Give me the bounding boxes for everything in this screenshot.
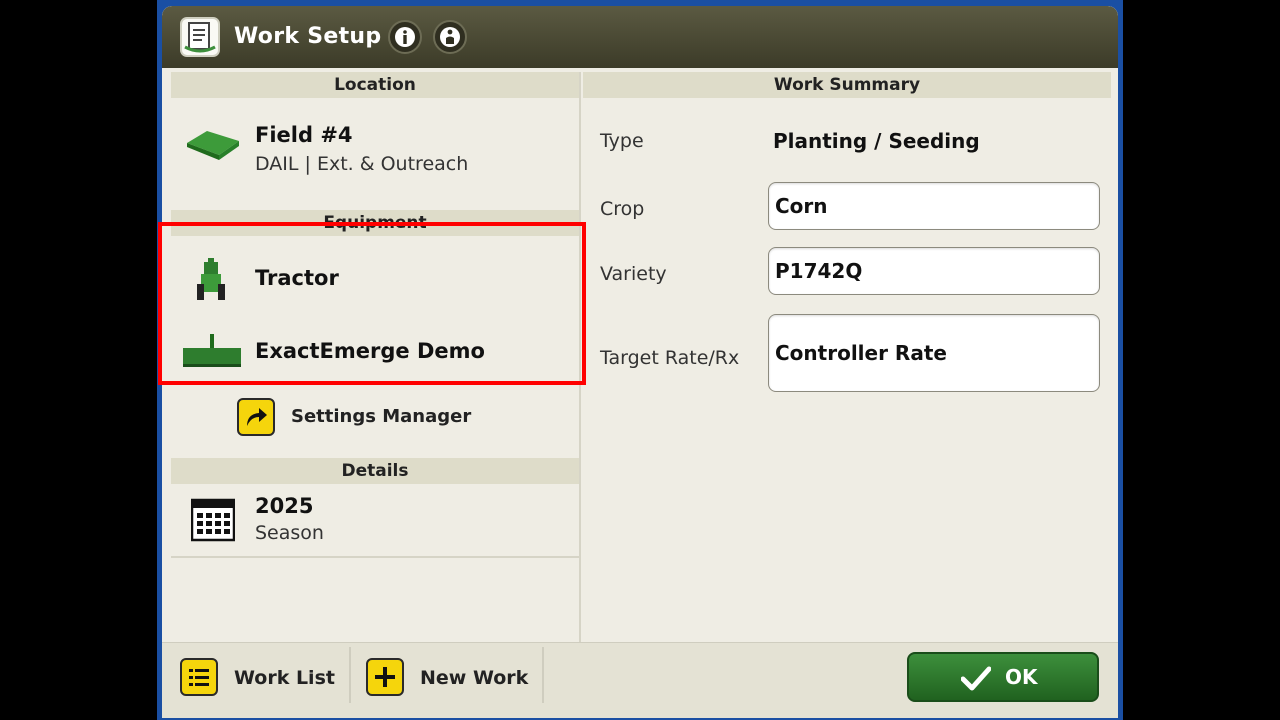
checkmark-icon: [961, 666, 991, 691]
panel-divider: [579, 72, 581, 642]
settings-manager-button[interactable]: Settings Manager: [231, 394, 531, 444]
work-summary-header: Work Summary: [583, 72, 1111, 98]
work-list-icon: [180, 658, 218, 696]
settings-manager-label: Settings Manager: [291, 406, 472, 427]
ok-button[interactable]: OK: [907, 652, 1099, 702]
type-value: Planting / Seeding: [773, 129, 980, 153]
info-person-icon: [440, 27, 460, 47]
info-button[interactable]: [388, 20, 422, 54]
bottom-separator: [542, 647, 544, 703]
field-farm-client: DAIL | Ext. & Outreach: [255, 153, 469, 175]
work-list-button[interactable]: Work List: [162, 643, 347, 709]
field-name: Field #4: [255, 123, 353, 147]
work-summary-panel: Work Summary Type Planting / Seeding Cro…: [583, 72, 1111, 642]
location-row[interactable]: Field #4 DAIL | Ext. & Outreach: [171, 100, 579, 204]
tractor-label: Tractor: [255, 266, 339, 290]
tractor-row[interactable]: Tractor: [171, 240, 579, 306]
season-label: Season: [255, 522, 324, 544]
tractor-icon: [197, 258, 225, 300]
target-rate-label: Target Rate/Rx: [600, 347, 740, 369]
crop-field[interactable]: Corn: [768, 182, 1100, 230]
work-setup-app-icon[interactable]: [180, 17, 220, 57]
help-info-button[interactable]: [433, 20, 467, 54]
bottom-separator: [349, 647, 351, 703]
bottom-bar: Work List New Work OK: [162, 642, 1118, 718]
implement-label: ExactEmerge Demo: [255, 339, 485, 363]
variety-label: Variety: [600, 263, 667, 285]
ok-label: OK: [1005, 665, 1038, 689]
details-header: Details: [171, 458, 579, 484]
planter-icon: [183, 334, 241, 367]
window-title: Work Setup: [234, 24, 382, 49]
info-icon: [395, 27, 415, 47]
variety-field[interactable]: P1742Q: [768, 247, 1100, 295]
settings-manager-icon: [237, 398, 275, 436]
implement-row[interactable]: ExactEmerge Demo: [171, 316, 579, 382]
calendar-icon: [191, 498, 235, 542]
location-header: Location: [171, 72, 579, 98]
title-bar: Work Setup: [162, 6, 1118, 68]
season-year: 2025: [255, 494, 314, 518]
work-setup-window: Work Setup Location Field #4 DAIL | Ext.…: [162, 6, 1118, 718]
crop-label: Crop: [600, 198, 645, 220]
new-work-label: New Work: [420, 667, 529, 689]
season-row[interactable]: 2025 Season: [171, 486, 579, 558]
work-list-label: Work List: [234, 667, 335, 689]
field-icon: [187, 131, 239, 160]
target-rate-field[interactable]: Controller Rate: [768, 314, 1100, 392]
left-panel: Location Field #4 DAIL | Ext. & Outreach…: [171, 72, 579, 642]
plus-icon: [366, 658, 404, 696]
new-work-button[interactable]: New Work: [352, 643, 540, 709]
equipment-header: Equipment: [171, 210, 579, 236]
type-label: Type: [600, 130, 644, 152]
